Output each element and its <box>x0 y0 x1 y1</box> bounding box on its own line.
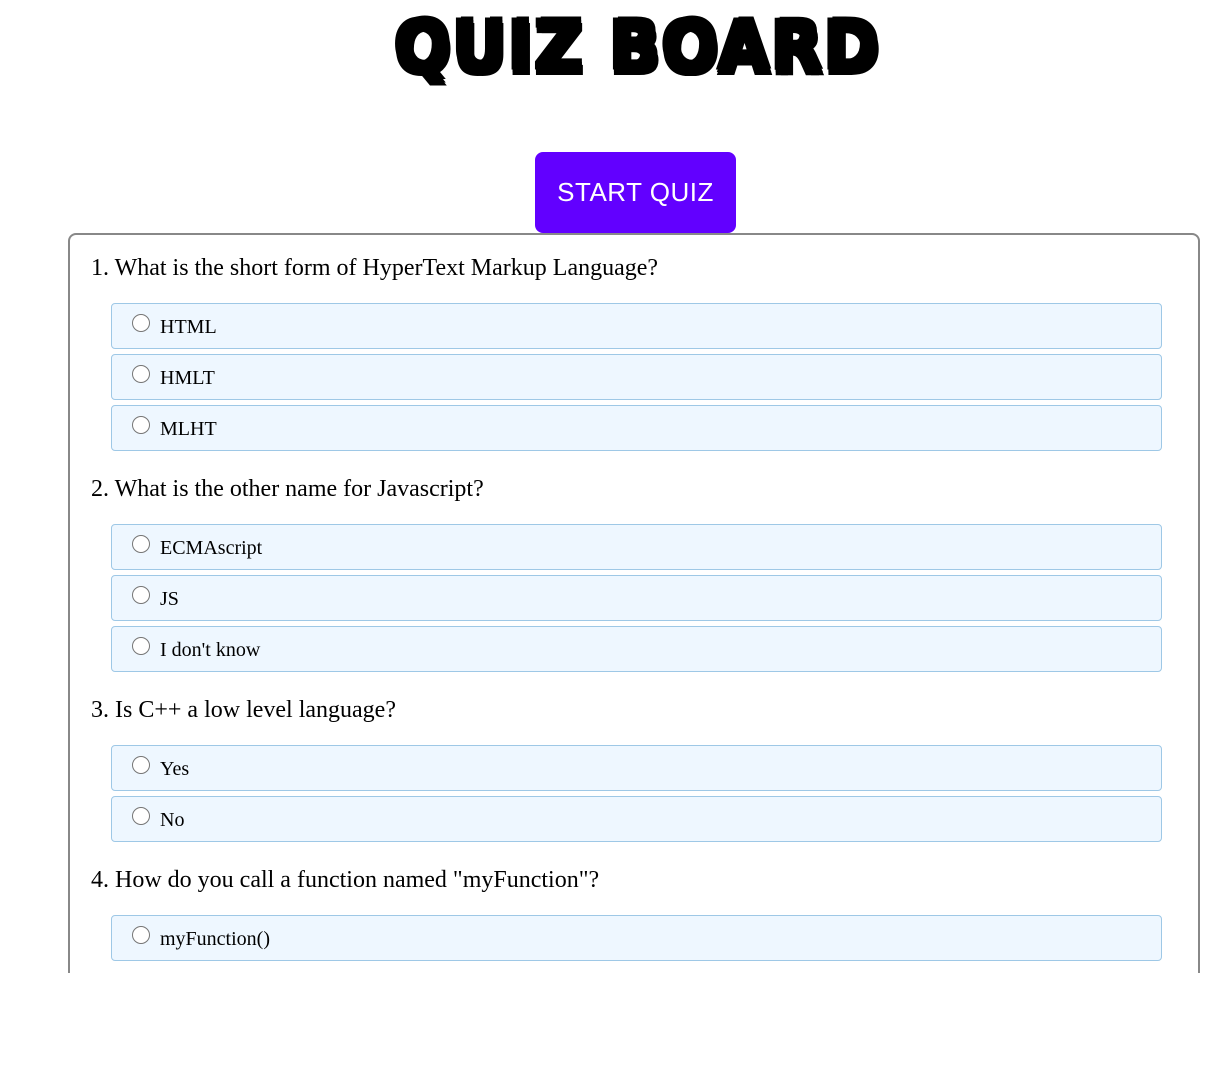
radio-button[interactable] <box>132 926 150 944</box>
radio-button[interactable] <box>132 637 150 655</box>
option-label: JS <box>160 588 179 610</box>
start-quiz-button[interactable]: START QUIZ <box>535 152 736 233</box>
radio-button[interactable] <box>132 365 150 383</box>
option-label: ECMAscript <box>160 537 263 559</box>
page-title: QUIZ BOARD <box>394 5 882 90</box>
question-4-option-1[interactable]: myFunction() <box>111 915 1162 961</box>
question-1-option-1[interactable]: HTML <box>111 303 1162 349</box>
question-1-option-2[interactable]: HMLT <box>111 354 1162 400</box>
question-4-text: 4. How do you call a function named "myF… <box>91 867 600 893</box>
question-1-text: 1. What is the short form of HyperText M… <box>91 255 659 281</box>
question-2-option-1[interactable]: ECMAscript <box>111 524 1162 570</box>
question-3-option-1[interactable]: Yes <box>111 745 1162 791</box>
option-label: HMLT <box>160 367 215 389</box>
option-label: myFunction() <box>160 928 270 950</box>
radio-button[interactable] <box>132 586 150 604</box>
page: QUIZ BOARD START QUIZ 1. What is the sho… <box>0 0 1210 1080</box>
option-label: I don't know <box>160 639 261 661</box>
radio-button[interactable] <box>132 807 150 825</box>
question-3-text: 3. Is C++ a low level language? <box>91 697 396 723</box>
question-2-option-2[interactable]: JS <box>111 575 1162 621</box>
quiz-panel: 1. What is the short form of HyperText M… <box>68 233 1200 973</box>
radio-button[interactable] <box>132 416 150 434</box>
option-label: HTML <box>160 316 217 338</box>
radio-button[interactable] <box>132 535 150 553</box>
question-2-text: 2. What is the other name for Javascript… <box>91 476 484 502</box>
question-1-option-3[interactable]: MLHT <box>111 405 1162 451</box>
radio-button[interactable] <box>132 756 150 774</box>
option-label: Yes <box>160 758 190 780</box>
option-label: MLHT <box>160 418 217 440</box>
question-2-option-3[interactable]: I don't know <box>111 626 1162 672</box>
question-3-option-2[interactable]: No <box>111 796 1162 842</box>
option-label: No <box>160 809 185 831</box>
radio-button[interactable] <box>132 314 150 332</box>
